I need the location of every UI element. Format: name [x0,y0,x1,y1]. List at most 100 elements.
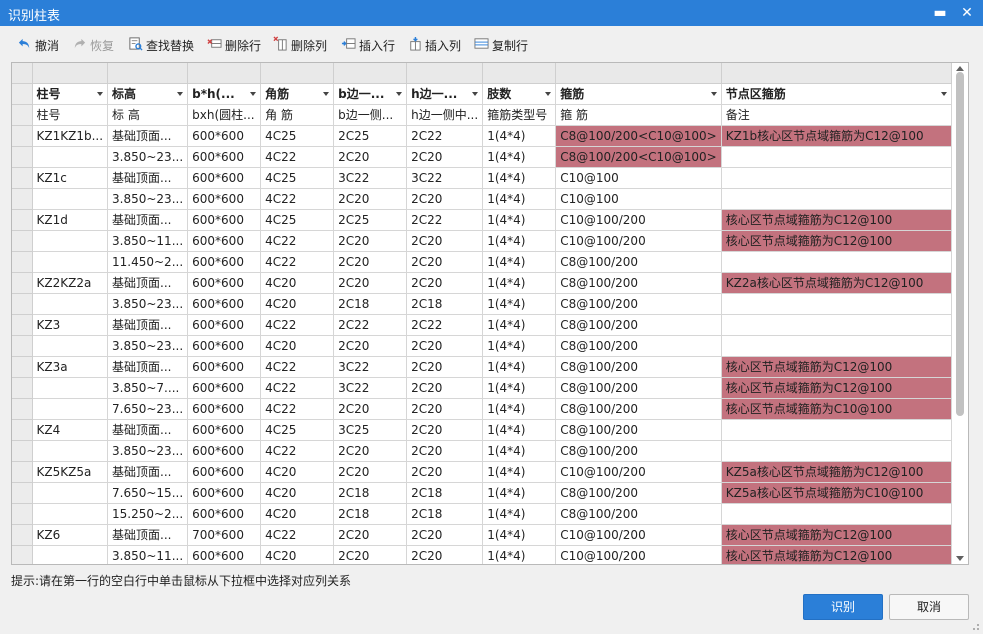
table-cell[interactable] [721,335,952,357]
table-cell[interactable]: 2C20 [333,398,408,420]
table-cell[interactable] [721,440,952,462]
table-cell[interactable]: 2C20 [406,335,484,357]
table-cell[interactable]: C10@100 [555,167,722,189]
table-cell[interactable] [32,251,109,273]
table-cell[interactable]: 基础顶面... [107,125,189,147]
table-cell[interactable] [721,314,952,336]
table-cell[interactable]: 600*600 [187,146,262,168]
row-header[interactable] [12,272,33,294]
table-cell[interactable]: 1(4*4) [482,293,557,315]
table-cell[interactable]: C10@100/200 [555,524,722,546]
table-cell[interactable]: 4C25 [260,167,335,189]
column-mapping-dropdown[interactable]: 角筋 [260,83,335,105]
table-cell[interactable]: 2C20 [406,524,484,546]
source-header-cell[interactable]: 柱号 [32,104,109,126]
table-cell[interactable]: 2C20 [406,272,484,294]
table-cell[interactable]: 基础顶面... [107,167,189,189]
scroll-down-arrow-icon[interactable] [956,556,964,561]
table-cell[interactable]: 核心区节点域箍筋为C12@100 [721,230,952,252]
table-cell[interactable]: 1(4*4) [482,356,557,378]
table-row[interactable]: KZ1d 基础顶面... 600*600 4C25 2C25 2C22 1(4*4) C10@… [12,209,952,231]
column-mapping-dropdown[interactable]: 节点区箍筋 [721,83,952,105]
table-cell[interactable]: 7.650~23... [107,398,189,420]
table-cell[interactable]: 2C20 [406,188,484,210]
close-button[interactable]: ✕ [957,3,977,23]
table-cell[interactable]: 2C20 [406,461,484,483]
table-cell[interactable]: 2C18 [333,293,408,315]
table-cell[interactable]: 4C20 [260,503,335,525]
table-cell[interactable]: 2C18 [406,503,484,525]
table-cell[interactable]: KZ4 [32,419,109,441]
table-cell[interactable]: 1(4*4) [482,314,557,336]
table-cell[interactable]: 4C22 [260,146,335,168]
table-cell[interactable]: 2C20 [333,188,408,210]
row-header[interactable] [12,482,33,504]
table-cell[interactable]: 2C20 [333,461,408,483]
table-cell[interactable]: 600*600 [187,209,262,231]
table-cell[interactable]: 3.850~23... [107,188,189,210]
table-cell[interactable]: C8@100/200 [555,482,722,504]
table-cell[interactable]: KZ2a核心区节点域箍筋为C12@100 [721,272,952,294]
table-cell[interactable] [32,503,109,525]
table-cell[interactable]: 2C22 [406,314,484,336]
chevron-down-icon[interactable] [545,91,552,96]
column-mapping-dropdown[interactable]: b边一... [333,83,408,105]
undo-button[interactable]: 撤消 [17,35,59,55]
table-row[interactable]: 3.850~23... 600*600 4C22 2C20 2C20 1(4*4) C8@1… [12,146,952,168]
table-cell[interactable] [32,188,109,210]
table-cell[interactable] [721,188,952,210]
table-row[interactable]: KZ3a 基础顶面... 600*600 4C22 3C22 2C20 1(4*4) C8@1… [12,356,952,378]
table-cell[interactable]: 2C20 [406,146,484,168]
table-cell[interactable]: 4C22 [260,188,335,210]
table-cell[interactable]: 2C18 [333,482,408,504]
table-cell[interactable]: 3.850~11... [107,545,189,564]
row-header[interactable] [12,545,33,564]
table-cell[interactable]: KZ1d [32,209,109,231]
table-cell[interactable]: 1(4*4) [482,209,557,231]
table-row[interactable]: KZ5KZ5a 基础顶面... 600*600 4C20 2C20 2C20 1(4*4) C… [12,461,952,483]
table-cell[interactable]: 4C22 [260,230,335,252]
table-cell[interactable]: 600*600 [187,440,262,462]
table-cell[interactable]: 600*600 [187,293,262,315]
table-cell[interactable]: 600*600 [187,545,262,564]
table-cell[interactable]: 1(4*4) [482,125,557,147]
table-row[interactable]: KZ3 基础顶面... 600*600 4C22 2C22 2C22 1(4*4) C8@10… [12,314,952,336]
recognize-button[interactable]: 识别 [803,594,883,620]
table-cell[interactable]: 600*600 [187,230,262,252]
table-cell[interactable]: 1(4*4) [482,482,557,504]
table-cell[interactable]: 核心区节点域箍筋为C10@100 [721,398,952,420]
table-cell[interactable]: 2C20 [406,440,484,462]
table-cell[interactable]: 2C20 [406,377,484,399]
table-cell[interactable]: C8@100/200<C10@100> [555,125,722,147]
column-mapping-dropdown[interactable]: 箍筋 [555,83,722,105]
table-cell[interactable]: 1(4*4) [482,524,557,546]
table-cell[interactable]: 1(4*4) [482,146,557,168]
source-header-cell[interactable]: 备注 [721,104,952,126]
table-cell[interactable] [721,146,952,168]
minimize-button[interactable]: ▬ [930,3,950,23]
table-cell[interactable]: C10@100/200 [555,230,722,252]
table-cell[interactable]: 核心区节点域箍筋为C12@100 [721,524,952,546]
cancel-button[interactable]: 取消 [889,594,969,620]
table-cell[interactable]: 基础顶面... [107,272,189,294]
table-cell[interactable]: 2C18 [333,503,408,525]
table-cell[interactable]: 3C22 [333,356,408,378]
row-header[interactable] [12,167,33,189]
table-cell[interactable]: 2C22 [406,209,484,231]
table-cell[interactable]: 600*600 [187,314,262,336]
table-cell[interactable]: KZ5a核心区节点域箍筋为C12@100 [721,461,952,483]
table-cell[interactable]: 4C22 [260,440,335,462]
row-header[interactable] [12,209,33,231]
row-header[interactable] [12,314,33,336]
column-mapping-dropdown[interactable]: 标高 [107,83,189,105]
table-cell[interactable] [721,293,952,315]
table-cell[interactable]: 核心区节点域箍筋为C12@100 [721,356,952,378]
table-cell[interactable]: KZ2KZ2a [32,272,109,294]
source-header-cell[interactable]: b边一侧... [333,104,408,126]
table-row[interactable]: 11.450~2... 600*600 4C22 2C20 2C20 1(4*4) C8@1… [12,251,952,273]
table-row[interactable]: 7.650~15... 600*600 4C20 2C18 2C18 1(4*4) C8@1… [12,482,952,504]
table-cell[interactable]: C10@100/200 [555,545,722,564]
table-cell[interactable]: 1(4*4) [482,419,557,441]
table-cell[interactable]: 15.250~2... [107,503,189,525]
table-cell[interactable]: 3.850~11... [107,230,189,252]
